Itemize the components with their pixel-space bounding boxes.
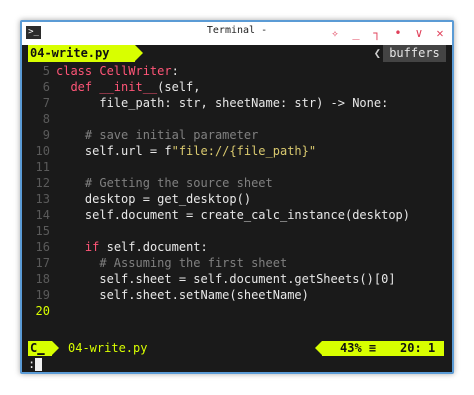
code-token: # Getting the source sheet xyxy=(84,176,273,190)
code-line[interactable]: 12 # Getting the source sheet xyxy=(28,175,448,191)
line-number-gutter: 16 xyxy=(35,240,50,254)
chevron-down-icon[interactable]: ∨ xyxy=(413,24,425,42)
code-editor[interactable]: 5 class CellWriter: 6 def __init__(self, 7 … xyxy=(28,63,448,319)
text-cursor xyxy=(35,358,43,371)
code-token: __init__ xyxy=(99,80,158,94)
line-number-gutter: 11 xyxy=(35,160,50,174)
line-number-gutter: 8 xyxy=(42,112,50,126)
close-icon[interactable]: ✕ xyxy=(434,24,446,42)
code-line[interactable]: 9 # save initial parameter xyxy=(28,127,448,143)
code-line[interactable]: 5 class CellWriter: xyxy=(28,63,448,79)
line-number: 20: xyxy=(400,341,422,355)
line-number-gutter: 12 xyxy=(35,176,50,190)
code-line[interactable]: 11 xyxy=(28,159,448,175)
code-line[interactable]: 19 self.sheet.setName(sheetName) xyxy=(28,287,448,303)
code-token: desktop = get_desktop() xyxy=(56,192,252,206)
tab-current-file[interactable]: 04-write.py xyxy=(28,45,135,62)
minimize-icon[interactable]: _ xyxy=(350,24,362,42)
scroll-percent: 43% ≡ xyxy=(340,341,377,355)
buffers-separator-icon: ❮ xyxy=(373,46,381,60)
cursor-mode-icon: ▁ xyxy=(37,341,45,355)
column-number: 1 xyxy=(428,341,436,355)
code-line[interactable]: 20 xyxy=(28,303,448,319)
command-line[interactable]: : xyxy=(28,357,43,372)
line-number-gutter: 18 xyxy=(35,272,50,286)
line-number-gutter: 20 xyxy=(35,304,50,318)
menu-icon[interactable]: • xyxy=(392,24,404,42)
line-number-gutter: 13 xyxy=(35,192,50,206)
code-line[interactable]: 6 def __init__(self, xyxy=(28,79,448,95)
terminal-body[interactable]: 04-write.py ❮ buffers 5 class CellWriter:… xyxy=(22,45,452,372)
pin-icon[interactable]: ✧ xyxy=(329,24,341,42)
code-token: class xyxy=(56,64,100,78)
code-line[interactable]: 18 self.sheet = self.document.getSheets(… xyxy=(28,271,448,287)
line-number-gutter: 6 xyxy=(42,80,50,94)
code-token: # Assuming the first sheet xyxy=(99,256,288,270)
tab-separator-icon xyxy=(135,45,143,61)
title-bar[interactable]: >_ Terminal - ✧ _ ┐ • ∨ ✕ xyxy=(22,22,452,45)
status-filename: 04-write.py xyxy=(68,341,148,355)
code-token: if xyxy=(84,240,107,254)
line-number-gutter: 14 xyxy=(35,208,50,222)
code-line[interactable]: 13 desktop = get_desktop() xyxy=(28,191,448,207)
code-token: "file://{file_path}" xyxy=(171,144,317,158)
code-token: self.url = f xyxy=(56,144,172,158)
code-token: : xyxy=(171,64,179,78)
line-number-gutter: 5 xyxy=(42,64,50,78)
code-line[interactable]: 16 if self.document: xyxy=(28,239,448,255)
maximize-icon[interactable]: ┐ xyxy=(371,24,383,42)
line-number-gutter: 7 xyxy=(42,96,50,110)
code-token: # save initial parameter xyxy=(84,128,259,142)
tabline: 04-write.py ❮ buffers xyxy=(22,45,452,62)
position-separator-icon xyxy=(315,341,322,355)
line-number-gutter: 15 xyxy=(35,224,50,238)
code-line[interactable]: 7 file_path: str, sheetName: str) -> Non… xyxy=(28,95,448,111)
command-text: : xyxy=(28,357,36,371)
buffers-label[interactable]: buffers xyxy=(383,45,446,62)
window-controls: ✧ _ ┐ • ∨ ✕ xyxy=(329,24,446,42)
mode-separator-icon xyxy=(52,341,59,355)
code-line[interactable]: 14 self.document = create_calc_instance(… xyxy=(28,207,448,223)
code-line[interactable]: 8 xyxy=(28,111,448,127)
line-number-gutter: 9 xyxy=(42,128,50,142)
mode-indicator: C▁ xyxy=(28,341,52,356)
code-token: self.document: xyxy=(106,240,208,254)
status-line: C▁ 04-write.py 43% ≡ 20: 1 xyxy=(28,341,444,356)
line-number-gutter: 17 xyxy=(35,256,50,270)
code-line[interactable]: 10 self.url = f"file://{file_path}" xyxy=(28,143,448,159)
cursor-position: 43% ≡ 20: 1 xyxy=(322,341,444,356)
code-token: (self, xyxy=(157,80,201,94)
terminal-icon: >_ xyxy=(26,26,41,39)
line-number-gutter: 10 xyxy=(35,144,50,158)
code-line[interactable]: 17 # Assuming the first sheet xyxy=(28,255,448,271)
code-line[interactable]: 15 xyxy=(28,223,448,239)
code-token: self.sheet.setName(sheetName) xyxy=(56,288,309,302)
code-token: self.document = create_calc_instance(des… xyxy=(56,208,411,222)
code-token: def xyxy=(70,80,100,94)
code-token: file_path: str, sheetName: str) -> None: xyxy=(56,96,389,110)
code-token: self.sheet = self.document.getSheets()[0… xyxy=(56,272,396,286)
code-token: CellWriter xyxy=(99,64,172,78)
line-number-gutter: 19 xyxy=(35,288,50,302)
terminal-window: >_ Terminal - ✧ _ ┐ • ∨ ✕ 04-write.py ❮ … xyxy=(20,20,454,374)
